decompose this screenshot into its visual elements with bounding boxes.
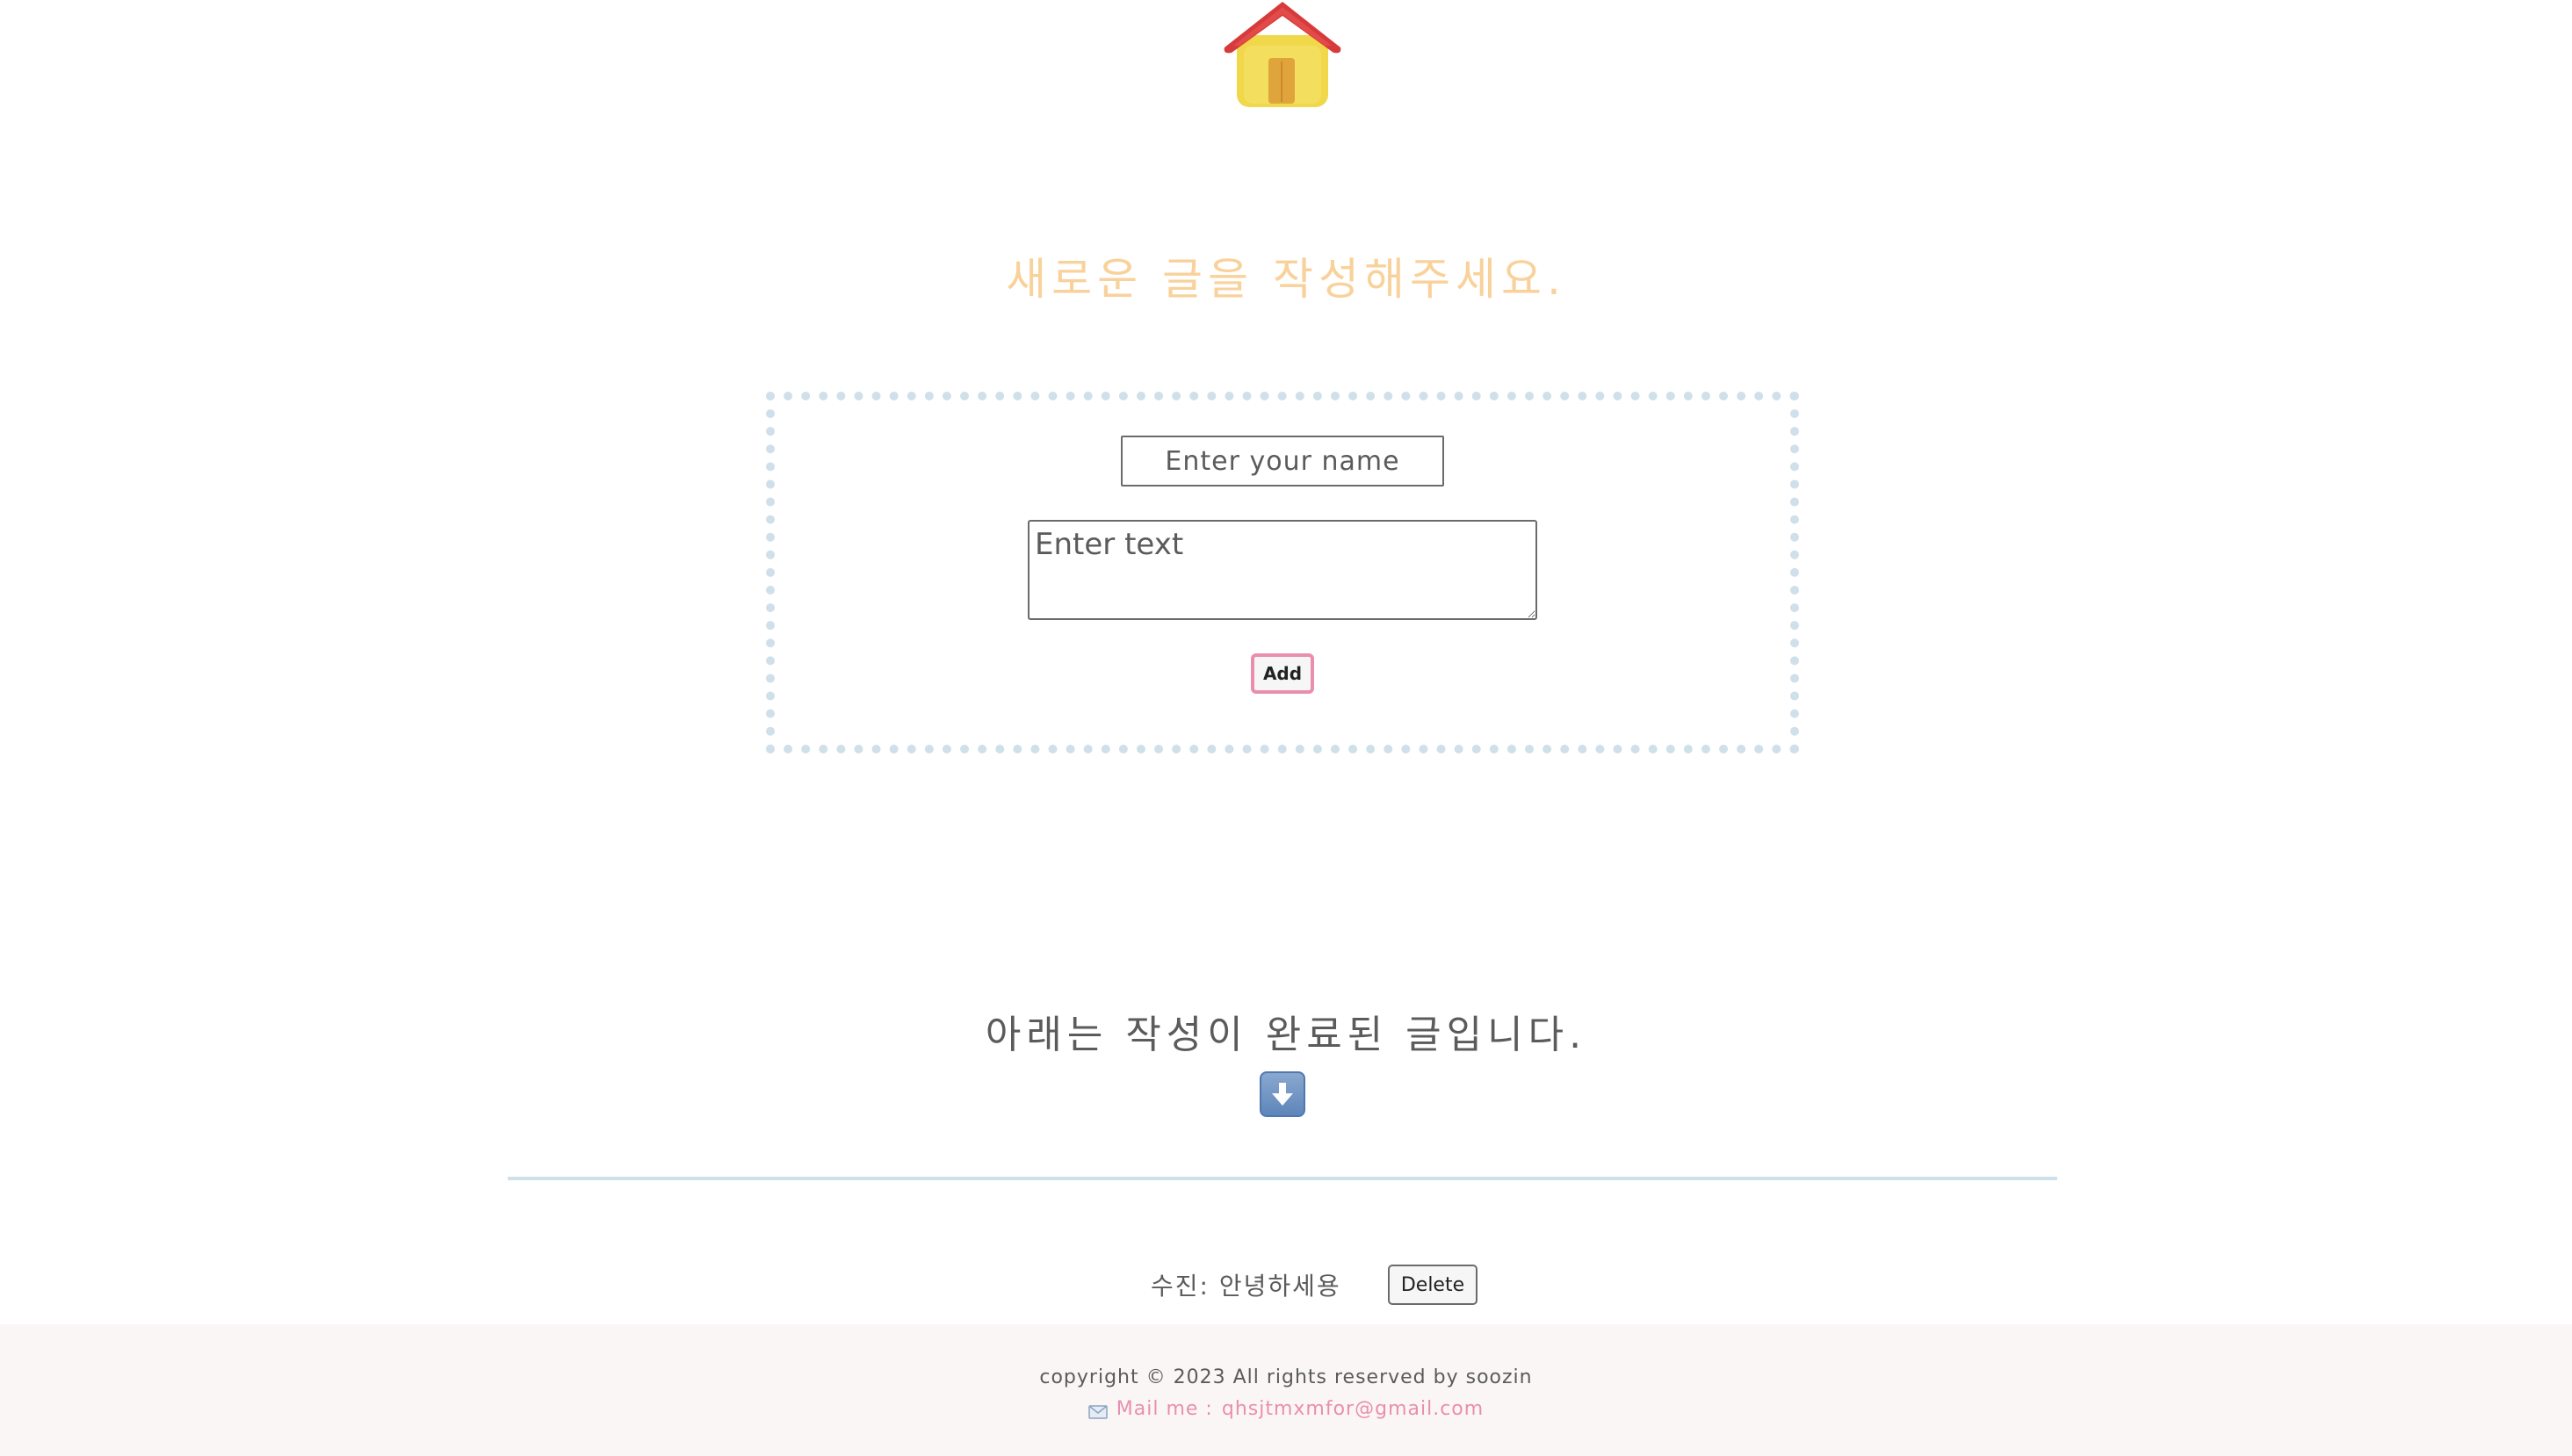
post-text: 수진: 안녕하세용 bbox=[1151, 1272, 1341, 1301]
mail-label: Mail me : bbox=[1116, 1398, 1213, 1420]
divider bbox=[508, 1177, 2057, 1180]
down-arrow-icon bbox=[1260, 1071, 1305, 1117]
copyright-text: copyright © 2023 All rights reserved by … bbox=[1039, 1366, 1533, 1388]
envelope-icon bbox=[1088, 1402, 1108, 1419]
post-item: 수진: 안녕하세용 bbox=[1151, 1263, 1341, 1307]
completed-posts-title: 아래는 작성이 완료된 글입니다. bbox=[985, 1013, 1587, 1057]
add-button[interactable]: Add bbox=[1251, 653, 1314, 694]
page: 새로운 글을 작성해주세요. Add 아래는 작성이 완료된 글입니다. 수진:… bbox=[0, 0, 2572, 1456]
text-input[interactable] bbox=[1028, 520, 1537, 620]
delete-button[interactable]: Delete bbox=[1388, 1265, 1477, 1305]
house-icon bbox=[1224, 2, 1341, 107]
name-input[interactable] bbox=[1121, 436, 1444, 487]
footer: copyright © 2023 All rights reserved by … bbox=[0, 1324, 2572, 1456]
mail-address-link[interactable]: qhsjtmxmfor@gmail.com bbox=[1222, 1398, 1484, 1420]
write-title: 새로운 글을 작성해주세요. bbox=[1006, 254, 1566, 305]
home-link[interactable] bbox=[1219, 0, 1346, 111]
mail-row: Mail me : qhsjtmxmfor@gmail.com bbox=[0, 1398, 2572, 1420]
